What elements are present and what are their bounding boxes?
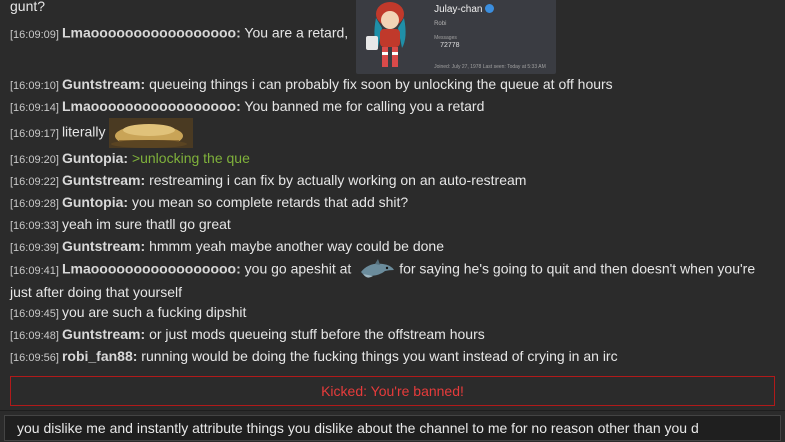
- message-list: [16:09:09] Lmaooooooooooooooooo: You are …: [10, 0, 777, 368]
- input-row: [0, 410, 785, 442]
- verified-icon: [485, 4, 495, 13]
- message-text: hmmm yeah maybe another way could be don…: [149, 238, 445, 254]
- chat-log[interactable]: gunt? [16:09:09] Lmaooooooooooooooooo: Yo…: [0, 0, 785, 370]
- message-text: yeah im sure thatll go great: [61, 216, 231, 232]
- chat-message: [16:09:48] Guntstream: or just mods queue…: [10, 324, 777, 346]
- username[interactable]: Guntstream:: [62, 76, 145, 92]
- chat-message: [16:09:20] Guntopia: >unlocking the que: [10, 148, 777, 170]
- chat-message: [16:09:41] Lmaooooooooooooooooo: you go a…: [10, 258, 777, 302]
- timestamp: [16:09:28]: [10, 198, 59, 210]
- dolphin-emote: [359, 258, 395, 282]
- username[interactable]: Guntstream:: [62, 238, 145, 254]
- username[interactable]: Guntopia:: [62, 150, 128, 166]
- message-text: you are such a fucking dipshit: [61, 304, 247, 320]
- timestamp: [16:09:56]: [10, 352, 59, 364]
- message-text: queueing things i can probably fix soon …: [149, 76, 613, 92]
- kick-banner: Kicked: You're banned!: [10, 376, 775, 406]
- message-text: or just mods queueing stuff before the o…: [149, 326, 485, 342]
- username[interactable]: Guntstream:: [62, 172, 145, 188]
- message-text: you mean so complete retards that add sh…: [131, 194, 409, 210]
- timestamp: [16:09:33]: [10, 220, 59, 232]
- timestamp: [16:09:48]: [10, 330, 59, 342]
- username[interactable]: Lmaooooooooooooooooo:: [62, 25, 241, 41]
- chat-message: [16:09:45] you are such a fucking dipshit: [10, 302, 777, 324]
- username[interactable]: Guntstream:: [62, 326, 145, 342]
- profile-embed[interactable]: Julay-chan Robi Messages 72778 Joined: July …: [356, 0, 557, 74]
- chat-message: [16:09:28] Guntopia: you mean so complete…: [10, 192, 777, 214]
- timestamp: [16:09:20]: [10, 154, 59, 166]
- message-text: you go apeshit at: [244, 260, 352, 277]
- literally-emote: [109, 118, 194, 148]
- message-text: >unlocking the que: [131, 150, 250, 166]
- chat-message: [16:09:17] literally: [10, 118, 777, 148]
- chat-message: [16:09:09] Lmaooooooooooooooooo: You are …: [10, 0, 777, 74]
- username[interactable]: Guntopia:: [62, 194, 128, 210]
- timestamp: [16:09:45]: [10, 308, 59, 320]
- timestamp: [16:09:17]: [10, 127, 59, 140]
- timestamp: [16:09:39]: [10, 242, 59, 254]
- chat-message: [16:09:14] Lmaooooooooooooooooo: You bann…: [10, 96, 777, 118]
- message-text: restreaming i can fix by actually workin…: [149, 172, 527, 188]
- username[interactable]: robi_fan88:: [62, 348, 137, 364]
- timestamp: [16:09:22]: [10, 176, 59, 188]
- username[interactable]: Lmaooooooooooooooooo:: [62, 98, 241, 114]
- chat-message: [16:09:10] Guntstream: queueing things i …: [10, 74, 777, 96]
- chat-message: [16:09:22] Guntstream: restreaming i can …: [10, 170, 777, 192]
- timestamp: [16:09:41]: [10, 264, 59, 277]
- chat-message: [16:09:56] robi_fan88: running would be d…: [10, 346, 777, 368]
- message-text: literally: [61, 123, 106, 140]
- timestamp: [16:09:14]: [10, 102, 59, 114]
- chat-message: [16:09:39] Guntstream: hmmm yeah maybe an…: [10, 236, 777, 258]
- message-text: running would be doing the fucking thing…: [141, 348, 618, 364]
- avatar: [362, 0, 419, 70]
- timestamp: [16:09:09]: [10, 28, 59, 41]
- chat-input[interactable]: [4, 415, 781, 441]
- username[interactable]: Lmaooooooooooooooooo:: [62, 261, 241, 277]
- timestamp: [16:09:10]: [10, 80, 59, 92]
- profile-joined: Joined: July 27, 1978 Last seen: Today a…: [434, 64, 546, 70]
- chat-message: [16:09:33] yeah im sure thatll go great: [10, 214, 777, 236]
- message-text: You banned me for calling you a retard: [244, 98, 485, 114]
- message-text: You are a retard,: [244, 24, 349, 41]
- profile-stat-value: 72778: [440, 42, 460, 49]
